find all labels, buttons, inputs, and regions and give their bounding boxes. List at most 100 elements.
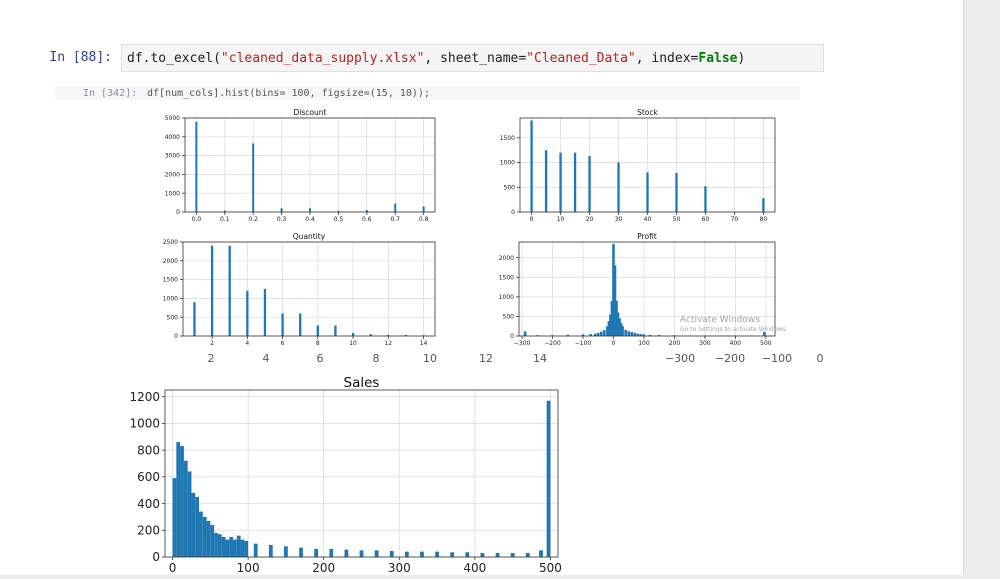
y-tick-label: 400 [137, 497, 160, 511]
x-tick-label: 0 [530, 216, 534, 223]
histogram-bar [405, 552, 409, 557]
bleed-tick-label: −200 [715, 352, 745, 365]
histogram-bar [634, 333, 637, 336]
histogram-bar [180, 446, 184, 557]
x-tick-label: 70 [731, 216, 739, 223]
histogram-bar [329, 549, 333, 557]
histogram-bar [559, 153, 561, 212]
histogram-bar [511, 553, 515, 557]
bleed-tick-label: 14 [533, 352, 547, 365]
histogram-bar [597, 333, 600, 336]
chart-title: Stock [637, 108, 658, 117]
histogram-bar [624, 330, 627, 336]
chart-title: Quantity [293, 232, 326, 241]
y-tick-label: 1000 [165, 190, 180, 197]
x-tick-label: 0 [169, 561, 177, 575]
histogram-bar [450, 552, 454, 557]
histogram-bar [704, 186, 706, 212]
x-tick-label: 60 [702, 216, 710, 223]
bleed-tick-label: 4 [263, 352, 270, 365]
x-tick-label: 0.3 [277, 216, 287, 223]
histogram-bar [254, 544, 258, 557]
code-string-filename: "cleaned_data_supply.xlsx" [221, 51, 425, 66]
y-tick-label: 600 [137, 470, 160, 484]
subplot-0: 0.00.10.20.30.40.50.60.70.80100020003000… [165, 108, 435, 223]
histogram-bar [539, 550, 543, 557]
histogram-bar [218, 534, 222, 557]
histogram-bar [203, 517, 207, 557]
embedded-code: df[num_cols].hist(bins= 100, figsize=(15… [147, 88, 430, 99]
histogram-bar [233, 540, 237, 557]
chart-title: Sales [344, 375, 380, 391]
watermark-title: Activate Windows [680, 315, 760, 325]
histogram-bar [420, 552, 424, 557]
watermark-subtitle: Go to Settings to activate Windows. [680, 326, 788, 333]
x-tick-label: 500 [539, 561, 562, 575]
y-tick-label: 4000 [165, 134, 180, 141]
histogram-bar [675, 173, 677, 212]
histogram-bar [195, 122, 197, 212]
x-tick-label: 100 [237, 561, 260, 575]
histogram-bar [646, 172, 648, 212]
histogram-bar [630, 332, 633, 336]
x-tick-label: 400 [463, 561, 486, 575]
x-tick-label: 80 [760, 216, 768, 223]
histogram-bar [314, 549, 318, 557]
histogram-bar [225, 540, 229, 557]
x-tick-label: 50 [673, 216, 681, 223]
histogram-bar [244, 541, 248, 557]
histogram-bar [193, 302, 195, 336]
chart-stock: 01020304050607080050010001500Stock [500, 108, 775, 223]
y-tick-label: 0 [174, 333, 178, 340]
sales-chart-svg: 0100200300400500020040060080010001200Sal… [120, 368, 570, 575]
histogram-bar [229, 537, 233, 557]
vertical-scrollbar[interactable] [963, 0, 1000, 575]
y-tick-label: 2000 [499, 255, 514, 262]
x-tick-label: 0.1 [220, 216, 230, 223]
histogram-bar [269, 545, 273, 557]
code-input[interactable]: df.to_excel("cleaned_data_supply.xlsx", … [121, 44, 824, 72]
histogram-bar [176, 442, 180, 557]
y-tick-label: 800 [137, 443, 160, 457]
histogram-bar [210, 525, 214, 557]
x-tick-label: 40 [644, 216, 652, 223]
chart-discount: 0.00.10.20.30.40.50.60.70.80100020003000… [165, 108, 435, 223]
histogram-bar [762, 198, 764, 212]
bleed-tick-label: 0 [817, 352, 824, 365]
histogram-bar [588, 156, 590, 212]
x-tick-label: 0.6 [362, 216, 372, 223]
histogram-bar [284, 546, 288, 557]
x-tick-label: 10 [557, 216, 565, 223]
histogram-bar [574, 153, 576, 212]
histogram-bar [334, 325, 336, 336]
y-tick-label: 1000 [499, 294, 514, 301]
x-tick-label: 0.5 [334, 216, 344, 223]
x-tick-label: 0.0 [192, 216, 202, 223]
bleed-tick-label: 8 [373, 352, 380, 365]
x-tick-label: 0.2 [248, 216, 258, 223]
histogram-bar [184, 461, 188, 557]
x-tick-label: 200 [312, 561, 335, 575]
histogram-bar [281, 208, 283, 212]
histogram-bar [317, 325, 319, 336]
histogram-bar [465, 552, 469, 557]
histogram-bar [394, 204, 396, 212]
y-tick-label: 5000 [165, 115, 180, 122]
histogram-bar [435, 552, 439, 557]
x-tick-label: 20 [586, 216, 594, 223]
notebook-page: In [88]: df.to_excel("cleaned_data_suppl… [0, 0, 963, 575]
y-tick-label: 1000 [163, 296, 178, 303]
code-cell[interactable]: In [88]: df.to_excel("cleaned_data_suppl… [6, 44, 822, 74]
pasted-screenshot-histograms: In [342]: df[num_cols].hist(bins= 100, f… [55, 80, 800, 350]
y-tick-label: 2500 [163, 239, 178, 246]
histogram-bar [264, 289, 266, 336]
histogram-bar [207, 521, 211, 557]
histogram-bar [344, 550, 348, 557]
histogram-bar [188, 471, 192, 557]
y-tick-label: 2000 [163, 258, 178, 265]
histogram-bar [545, 150, 547, 212]
y-tick-label: 0 [510, 333, 514, 340]
histogram-bar [191, 493, 195, 557]
y-tick-label: 200 [137, 523, 160, 537]
y-tick-label: 3000 [165, 153, 180, 160]
